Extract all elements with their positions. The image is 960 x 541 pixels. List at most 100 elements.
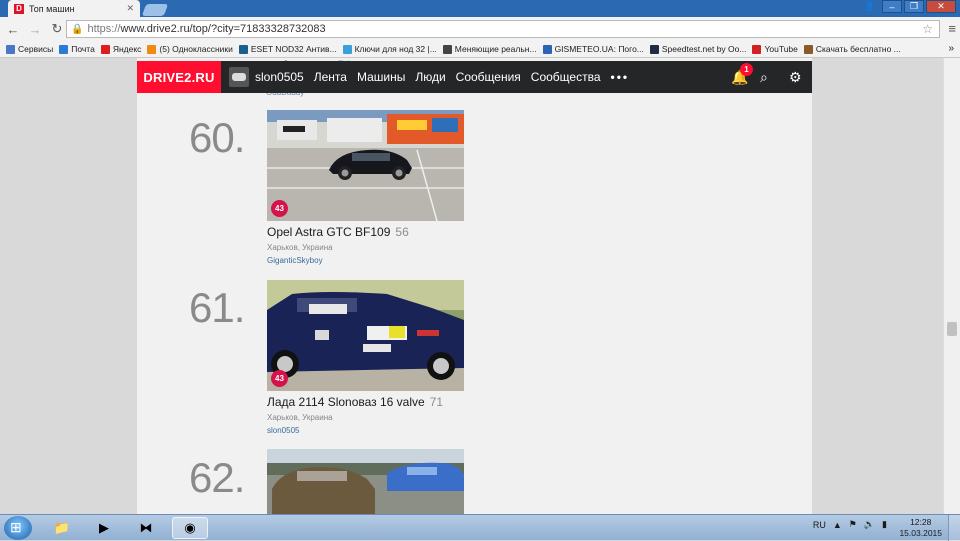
bookmark-favicon-icon [342,44,352,54]
start-button[interactable] [4,516,32,540]
nav-communities[interactable]: Сообщества [531,70,601,84]
bookmark-item[interactable]: Меняющие реальн... [442,44,537,54]
close-window-button[interactable]: ✕ [926,0,956,13]
visual-studio-icon[interactable]: ⧓ [128,517,164,539]
action-center-icon[interactable]: ⚑ [849,519,857,530]
explorer-icon[interactable]: 📁 [44,517,80,539]
car-photo[interactable] [267,449,464,514]
chrome-icon[interactable]: ◉ [172,517,208,539]
minimize-button[interactable]: – [882,0,902,13]
language-indicator[interactable]: RU [813,520,826,530]
comments-badge: 43 [271,200,288,217]
bookmark-item[interactable]: YouTube [752,44,798,54]
drive2-favicon-icon: D [14,3,24,14]
bookmark-label: Сервисы [18,44,54,54]
back-button[interactable]: ← [4,22,22,37]
nav-cars[interactable]: Машины [357,70,405,84]
bookmark-favicon-icon [803,44,813,54]
bookmark-item[interactable]: GISMETEO.UA: Пого... [542,44,644,54]
bookmark-label: Speedtest.net by Oo... [661,44,747,54]
gear-icon[interactable]: ⚙ [789,69,802,86]
speaker-icon[interactable]: 🔈 [864,519,875,530]
drive2-logo[interactable]: DRIVE2.RU [137,61,221,93]
reload-button[interactable]: ↻ [48,21,66,37]
page-viewport: performance54 OddDaddy 60. [0,58,960,514]
bookmark-favicon-icon [59,44,69,54]
bookmarks-bar: Сервисы Почта Яндекс (5) Одноклассники ESET … [0,41,960,58]
clock-date: 15.03.2015 [899,528,942,538]
nav-more-button[interactable]: ••• [611,70,630,84]
bookmark-label: Меняющие реальн... [454,44,537,54]
tab-title: Топ машин [29,3,75,14]
bookmark-favicon-icon [238,44,248,54]
bookmark-label: GISMETEO.UA: Пого... [554,44,644,54]
user-profile-icon[interactable]: 👤 [860,0,880,13]
bookmark-label: Яндекс [112,44,142,54]
window-controls: 👤 – ❐ ✕ [860,0,956,13]
bookmark-favicon-icon [6,44,15,54]
car-photo-image [267,110,464,221]
vertical-scrollbar[interactable] [943,58,960,514]
nav-username[interactable]: slon0505 [255,70,304,84]
car-location: Харьков, Украина [267,413,333,422]
bookmark-item[interactable]: Ключи для нод 32 |... [342,44,437,54]
forward-button[interactable]: → [26,22,44,37]
bookmark-item[interactable]: Speedtest.net by Oo... [649,44,747,54]
bookmark-label: (5) Одноклассники [159,44,233,54]
nav-messages[interactable]: Сообщения [456,70,521,84]
car-title-link[interactable]: Лада 2114 Slonoваз 16 valve 71 [267,395,443,409]
bookmark-favicon-icon [100,44,110,54]
lock-icon: 🔒 [71,23,84,35]
bookmark-favicon-icon [649,44,659,54]
car-photo[interactable]: 43 [267,280,464,391]
comments-badge: 43 [271,370,288,387]
bookmark-favicon-icon [442,44,452,54]
maximize-button[interactable]: ❐ [904,0,924,13]
network-icon[interactable]: ▮ [882,519,887,530]
car-owner-link[interactable]: slon0505 [267,426,299,435]
bookmark-item[interactable]: Яндекс [100,44,142,54]
windows-taskbar: 📁 ▶ ⧓ ◉ RU ▲ ⚑ 🔈 ▮ 12:28 15.03.2015 [0,514,960,541]
car-photo-image [267,280,464,391]
url-text: www.drive2.ru/top/?city=71833328732083 [120,23,326,35]
tray-arrow-icon[interactable]: ▲ [833,520,842,530]
avatar[interactable] [229,67,249,87]
bookmark-label: Скачать бесплатно ... [815,44,901,54]
bookmark-favicon-icon [752,44,762,54]
url-protocol: https:// [87,23,121,35]
rank-number: 62. [189,454,245,501]
car-title-link[interactable]: Opel Astra GTC BF109 56 [267,225,409,239]
car-owner-link[interactable]: GiganticSkyboy [267,256,323,265]
nav-feed[interactable]: Лента [314,70,347,84]
bookmark-favicon-icon [147,44,157,54]
site-header: DRIVE2.RU slon0505 Лента Машины Люди Соо… [137,61,812,93]
address-bar[interactable]: 🔒 https:// www.drive2.ru/top/?city=71833… [66,20,940,38]
new-tab-button[interactable] [141,4,169,16]
bookmarks-overflow-icon[interactable]: » [948,43,954,54]
bookmark-item[interactable]: Почта [59,44,95,54]
bookmark-item[interactable]: Сервисы [6,44,53,54]
search-icon[interactable]: ⌕ [760,69,768,86]
bookmark-item[interactable]: Скачать бесплатно ... [803,44,901,54]
nav-people[interactable]: Люди [415,70,445,84]
rank-number: 61. [189,284,245,331]
chrome-menu-icon[interactable]: ≡ [948,21,956,36]
browser-toolbar: ← → ↻ 🔒 https:// www.drive2.ru/top/?city… [0,17,960,41]
bookmark-star-icon[interactable]: ☆ [922,22,933,36]
car-photo-image [267,449,464,514]
bookmark-label: ESET NOD32 Антив... [250,44,337,54]
clock-time: 12:28 [910,517,932,527]
tab-close-icon[interactable]: ✕ [126,3,134,14]
scrollbar-thumb[interactable] [947,322,957,336]
bookmark-label: Почта [71,44,95,54]
bookmark-item[interactable]: (5) Одноклассники [147,44,233,54]
media-player-icon[interactable]: ▶ [86,517,122,539]
browser-tab[interactable]: D Топ машин ✕ [8,0,140,17]
car-score: 56 [395,225,409,239]
bookmark-item[interactable]: ESET NOD32 Антив... [238,44,337,54]
car-photo[interactable]: 43 [267,110,464,221]
rank-number: 60. [189,114,245,161]
car-location: Харьков, Украина [267,243,333,252]
clock[interactable]: 12:28 15.03.2015 [899,517,942,539]
show-desktop-button[interactable] [948,515,960,541]
